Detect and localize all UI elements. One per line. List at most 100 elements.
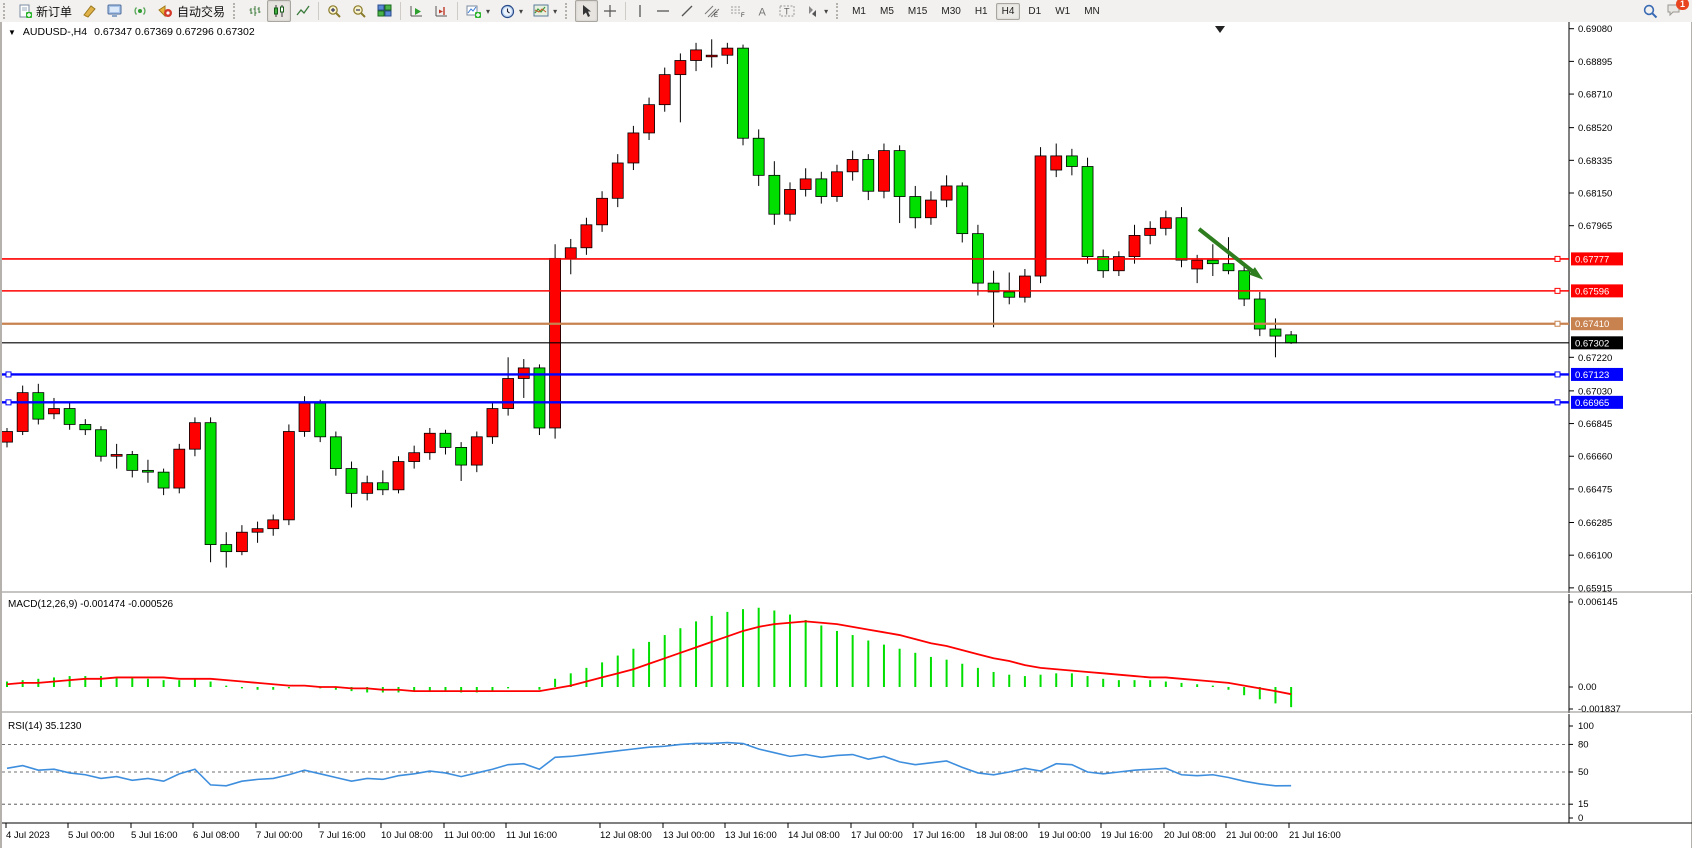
signals-button[interactable]: [128, 0, 153, 22]
candle-body: [659, 75, 670, 105]
toolbar-grip[interactable]: [836, 3, 843, 19]
horizontal-line-tool[interactable]: [651, 0, 675, 22]
candle-body: [64, 409, 75, 425]
timeframe-button-M1[interactable]: M1: [846, 3, 872, 20]
candle-body: [565, 248, 576, 259]
timeframe-button-H1[interactable]: H1: [969, 3, 994, 20]
toolbar-grip[interactable]: [233, 3, 240, 19]
candle-body: [393, 462, 404, 490]
chart-shift-button[interactable]: [429, 0, 454, 22]
svg-text:0.67596: 0.67596: [1575, 286, 1609, 297]
candle-body: [1051, 156, 1062, 170]
fibonacci-tool[interactable]: F: [725, 0, 751, 22]
timeframe-button-H4[interactable]: H4: [996, 3, 1021, 20]
timeframe-button-M5[interactable]: M5: [874, 3, 900, 20]
toolbar-grip[interactable]: [3, 3, 10, 19]
indicators-button[interactable]: ▾: [461, 0, 495, 22]
candlestick-button[interactable]: [267, 0, 291, 22]
time-axis: 4 Jul 20235 Jul 00:005 Jul 16:006 Jul 08…: [6, 823, 1341, 841]
candle-body: [1192, 260, 1203, 269]
candle-body: [174, 449, 185, 488]
chart-canvas[interactable]: 0.690800.688950.687100.685200.683350.681…: [2, 22, 1692, 848]
metaeditor-button[interactable]: [77, 0, 102, 22]
svg-text:0.66285: 0.66285: [1578, 518, 1612, 529]
periods-button[interactable]: ▾: [495, 0, 528, 22]
svg-text:11 Jul 16:00: 11 Jul 16:00: [506, 830, 557, 841]
bar-chart-icon: [248, 4, 262, 18]
candle-body: [675, 61, 686, 75]
timeframe-button-W1[interactable]: W1: [1049, 3, 1076, 20]
timeframe-button-M15[interactable]: M15: [902, 3, 933, 20]
autoscroll-icon: [409, 4, 424, 18]
notifications-button[interactable]: 1: [1666, 2, 1682, 20]
metaeditor-icon: [82, 4, 97, 18]
vertical-line-tool[interactable]: [629, 0, 651, 22]
templates-button[interactable]: ▾: [528, 0, 562, 22]
cursor-tool-button[interactable]: [575, 0, 598, 22]
timeframe-button-MN[interactable]: MN: [1078, 3, 1106, 20]
candle-body: [769, 175, 780, 214]
svg-text:11 Jul 00:00: 11 Jul 00:00: [444, 830, 495, 841]
toolbar-separator: [318, 2, 319, 20]
svg-text:0.68335: 0.68335: [1578, 156, 1612, 167]
signals-icon: [133, 4, 148, 18]
bar-chart-button[interactable]: [243, 0, 267, 22]
trendline-tool[interactable]: [675, 0, 699, 22]
new-order-button[interactable]: 新订单: [13, 0, 77, 22]
svg-text:6 Jul 08:00: 6 Jul 08:00: [193, 830, 239, 841]
tile-windows-button[interactable]: [372, 0, 397, 22]
candle-body: [299, 403, 310, 431]
channel-tool[interactable]: E: [699, 0, 725, 22]
svg-text:0.67302: 0.67302: [1575, 338, 1609, 349]
main-toolbar: 新订单 自动交: [0, 0, 1692, 23]
candle-body: [581, 225, 592, 248]
candle-body: [1207, 260, 1218, 264]
candle-body: [1004, 292, 1015, 297]
svg-text:0.69080: 0.69080: [1578, 24, 1612, 35]
autotrading-button[interactable]: 自动交易: [153, 0, 230, 22]
line-anchor: [1555, 372, 1560, 377]
zoom-out-button[interactable]: [347, 0, 372, 22]
macd-panel: MACD(12,26,9) -0.001474 -0.0005260.00614…: [7, 597, 1621, 715]
trend-arrow: [1199, 229, 1263, 280]
candle-body: [2, 432, 13, 443]
candle-body: [424, 433, 435, 452]
candle-body: [941, 186, 952, 200]
arrows-tool[interactable]: ▾: [800, 0, 833, 22]
search-icon[interactable]: [1643, 4, 1658, 19]
line-chart-button[interactable]: [291, 0, 315, 22]
toolbar-separator: [400, 2, 401, 20]
symbol-dropdown-icon[interactable]: ▼: [8, 28, 16, 37]
candle-body: [1035, 156, 1046, 276]
svg-text:MACD(12,26,9) -0.001474 -0.000: MACD(12,26,9) -0.001474 -0.000526: [8, 599, 174, 610]
toolbar-grip[interactable]: [565, 3, 572, 19]
chart-ohlc-values: 0.67347 0.67369 0.67296 0.67302: [94, 26, 255, 38]
candle-body: [706, 55, 717, 57]
svg-text:19 Jul 00:00: 19 Jul 00:00: [1039, 830, 1091, 841]
timeframe-button-M30[interactable]: M30: [935, 3, 966, 20]
svg-text:7 Jul 00:00: 7 Jul 00:00: [256, 830, 302, 841]
price-axis: 0.690800.688950.687100.685200.683350.681…: [1569, 24, 1612, 594]
svg-text:0.68710: 0.68710: [1578, 90, 1612, 101]
new-order-icon: [18, 4, 33, 19]
chart-shift-icon: [434, 4, 449, 18]
chevron-down-icon: ▾: [486, 7, 490, 16]
mt4-terminal: { "toolbar": { "new_order_label": "新订单",…: [0, 0, 1692, 848]
zoom-in-button[interactable]: [322, 0, 347, 22]
autoscroll-button[interactable]: [404, 0, 429, 22]
candle-body: [878, 151, 889, 192]
toolbar-separator: [625, 2, 626, 20]
templates-icon: [533, 4, 549, 18]
chevron-down-icon: ▾: [824, 7, 828, 16]
timeframe-button-D1[interactable]: D1: [1022, 3, 1047, 20]
candle-body: [785, 189, 796, 214]
text-tool[interactable]: A: [751, 0, 774, 22]
candle-body: [283, 432, 294, 520]
candle-body: [221, 545, 232, 552]
terminal-button[interactable]: [102, 0, 128, 22]
text-label-tool[interactable]: T: [774, 0, 800, 22]
candle-body: [252, 529, 263, 533]
zoom-out-icon: [352, 4, 367, 19]
crosshair-tool-button[interactable]: [598, 0, 622, 22]
line-anchor: [6, 372, 11, 377]
